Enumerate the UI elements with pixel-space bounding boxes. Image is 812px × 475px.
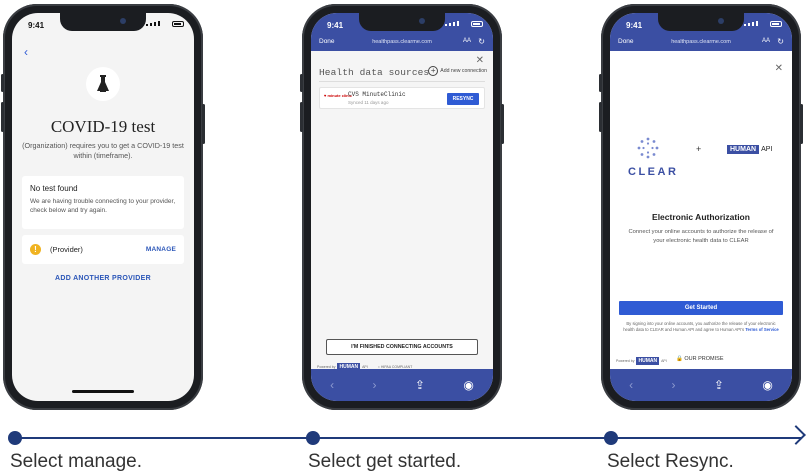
close-icon[interactable]: ✕: [775, 63, 783, 74]
timeline-arrow-icon: [786, 425, 806, 445]
status-time: 9:41: [327, 21, 344, 30]
phone-mockup-resync: 9:41 Done healthpass.clearme.com AA ↻ ✕ …: [300, 4, 504, 410]
add-new-connection-button[interactable]: + Add new connection: [428, 66, 487, 76]
browser-toolbar: Done healthpass.clearme.com AA ↻: [311, 35, 493, 51]
flask-icon: [86, 67, 120, 101]
battery-icon: [172, 21, 184, 27]
add-another-provider-button[interactable]: ADD ANOTHER PROVIDER: [12, 275, 194, 282]
provider-name: (Provider): [50, 245, 83, 254]
back-icon[interactable]: ‹: [629, 378, 633, 392]
our-promise-link[interactable]: 🔒 OUR PROMISE: [676, 356, 724, 362]
signal-icon: [744, 21, 758, 26]
clear-mark-icon: [637, 137, 659, 159]
notch: [60, 13, 146, 31]
signal-icon: [445, 21, 459, 26]
electronic-authorization-screen: 9:41 Done healthpass.clearme.com AA ↻ ✕ …: [610, 13, 792, 401]
page-subtitle: (Organization) requires you to get a COV…: [22, 141, 184, 160]
get-started-button[interactable]: Get Started: [619, 301, 783, 315]
provider-card: ! (Provider) MANAGE: [22, 235, 184, 264]
lock-icon: 🔒: [676, 356, 683, 362]
status-time: 9:41: [28, 21, 45, 30]
timeline-line: [15, 437, 801, 439]
battery-icon: [770, 21, 782, 27]
plus-circle-icon: +: [428, 66, 439, 76]
divider: [319, 81, 485, 82]
no-test-card: No test found We are having trouble conn…: [22, 176, 184, 229]
resync-button[interactable]: RESYNC: [447, 93, 479, 105]
terms-link[interactable]: Terms of Service: [745, 327, 778, 332]
notch: [359, 13, 445, 31]
text-size-button[interactable]: AA: [463, 38, 471, 44]
timeline-step-dot: [604, 431, 618, 445]
text-size-button[interactable]: AA: [762, 38, 770, 44]
human-logo: HUMAN: [636, 357, 660, 365]
compass-icon[interactable]: ◉: [762, 378, 772, 392]
no-test-heading: No test found: [30, 184, 78, 193]
authorization-heading: Electronic Authorization: [652, 212, 750, 222]
share-icon[interactable]: ⇪: [714, 378, 724, 392]
powered-by: Powered by HUMAN API: [616, 357, 667, 365]
clear-logo-text: CLEAR: [628, 166, 679, 178]
reload-icon[interactable]: ↻: [777, 37, 784, 46]
notch: [658, 13, 744, 31]
human-api-logo: HUMAN API: [727, 145, 772, 154]
forward-icon[interactable]: ›: [373, 378, 377, 392]
compass-icon[interactable]: ◉: [463, 378, 473, 392]
browser-bottom-bar: ‹ › ⇪ ◉: [610, 369, 792, 401]
powered-by-label: Powered by: [616, 359, 635, 363]
step-caption: Select get started.: [308, 451, 462, 472]
legal-text: By signing into your online accounts, yo…: [623, 321, 779, 332]
api-label: API: [661, 359, 667, 363]
plus-sign: +: [696, 144, 702, 154]
home-indicator: [72, 390, 134, 393]
page-title: COVID-19 test: [50, 117, 156, 136]
source-name: CVS MinuteClinic: [348, 91, 406, 98]
reload-icon[interactable]: ↻: [478, 37, 485, 46]
phone-mockup-get-started: 9:41 Done healthpass.clearme.com AA ↻ ✕ …: [599, 4, 803, 410]
browser-toolbar: Done healthpass.clearme.com AA ↻: [610, 35, 792, 51]
status-time: 9:41: [626, 21, 643, 30]
back-chevron-icon[interactable]: ‹: [24, 45, 28, 59]
timeline-step-dot: [8, 431, 22, 445]
source-row: ♥ minute clinic CVS MinuteClinic Synced …: [319, 87, 485, 109]
timeline-step-dot: [306, 431, 320, 445]
covid-test-screen: 9:41 ‹ COVID-19 test (Organization) requ…: [12, 13, 194, 401]
finished-connecting-button[interactable]: I'M FINISHED CONNECTING ACCOUNTS: [326, 339, 478, 355]
forward-icon[interactable]: ›: [672, 378, 676, 392]
warning-icon: !: [30, 244, 41, 255]
human-logo: HUMAN: [727, 145, 760, 154]
close-icon[interactable]: ✕: [476, 55, 484, 66]
back-icon[interactable]: ‹: [330, 378, 334, 392]
step-caption: Select Resync.: [607, 451, 734, 472]
share-icon[interactable]: ⇪: [415, 378, 425, 392]
clear-logo: CLEAR: [628, 137, 679, 178]
step-caption: Select manage.: [10, 451, 143, 472]
health-data-sources-heading: Health data sources: [319, 67, 430, 78]
browser-bottom-bar: ‹ › ⇪ ◉: [311, 369, 493, 401]
api-label: API: [761, 146, 773, 153]
phone-mockup-manage: 9:41 ‹ COVID-19 test (Organization) requ…: [1, 4, 205, 410]
add-new-connection-label: Add new connection: [440, 68, 487, 74]
no-test-body: We are having trouble connecting to your…: [30, 198, 176, 214]
synced-time: Synced 11 days ago: [348, 100, 389, 105]
health-data-sources-screen: 9:41 Done healthpass.clearme.com AA ↻ ✕ …: [311, 13, 493, 401]
manage-button[interactable]: MANAGE: [146, 246, 176, 253]
authorization-description: Connect your online accounts to authoriz…: [628, 229, 774, 244]
signal-icon: [146, 21, 160, 26]
battery-icon: [471, 21, 483, 27]
